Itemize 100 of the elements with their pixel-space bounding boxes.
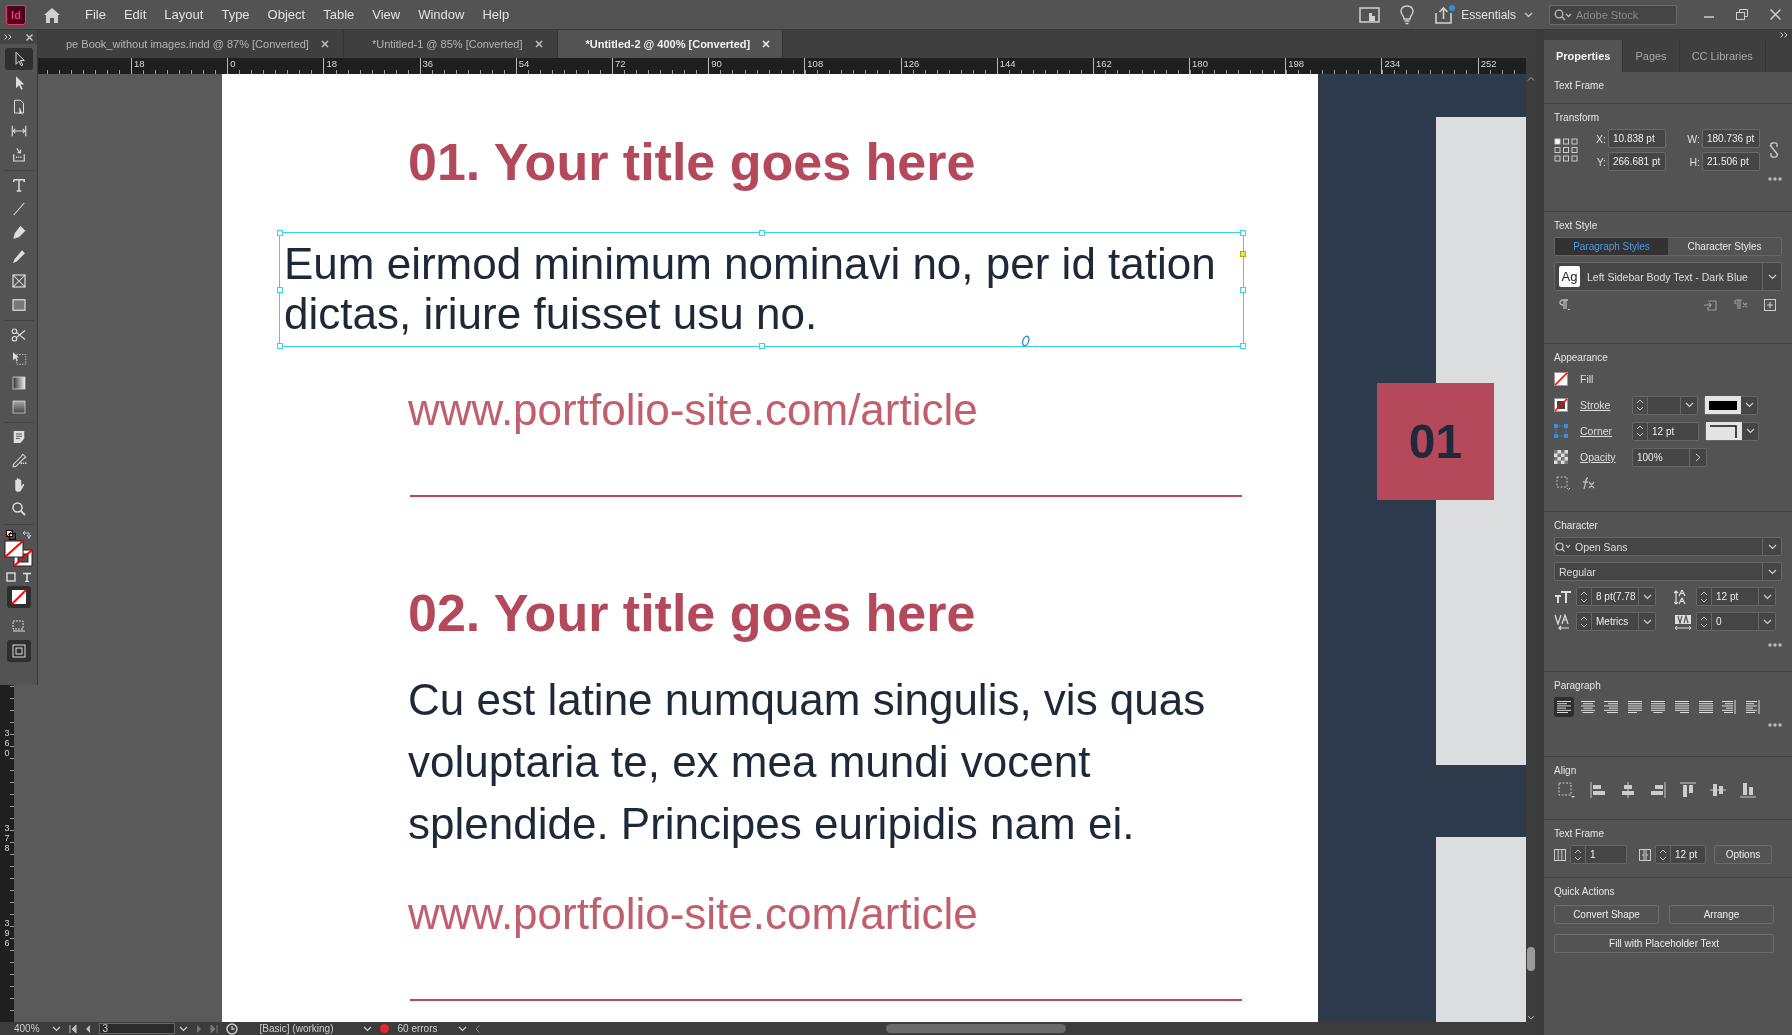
frame-handle[interactable] xyxy=(758,343,765,349)
scroll-left-icon[interactable] xyxy=(474,1024,480,1033)
stroke-label[interactable]: Stroke xyxy=(1580,399,1626,411)
align-right-edges-icon[interactable] xyxy=(1650,782,1666,798)
zoom-tool-icon[interactable] xyxy=(9,500,28,518)
tracking-field[interactable]: 0 xyxy=(1696,612,1776,631)
stepper-icon[interactable] xyxy=(1636,398,1644,412)
document-tab[interactable]: *Untitled-2 @ 400% [Converted] xyxy=(557,30,784,58)
caret-icon[interactable] xyxy=(51,1025,61,1032)
opacity-field[interactable]: 100% xyxy=(1632,447,1707,467)
align-top-edges-icon[interactable] xyxy=(1680,782,1696,798)
article-link[interactable]: www.portfolio-site.com/article xyxy=(408,884,1318,944)
quick-action-button[interactable]: Fill with Placeholder Text xyxy=(1554,934,1774,953)
menu-item[interactable]: Edit xyxy=(114,7,156,22)
align-bottom-edges-icon[interactable] xyxy=(1740,782,1756,798)
menu-item[interactable]: File xyxy=(76,7,115,22)
justify-center-icon[interactable] xyxy=(1651,700,1666,714)
caret-icon[interactable] xyxy=(1744,402,1754,408)
font-family-dropdown[interactable]: Open Sans xyxy=(1554,537,1782,556)
caret-icon[interactable] xyxy=(1745,428,1755,434)
stepper-icon[interactable] xyxy=(1580,614,1588,629)
style-tab[interactable]: Character Styles xyxy=(1668,238,1781,255)
chevron-icon[interactable] xyxy=(1695,452,1701,462)
formatting-text-icon[interactable] xyxy=(21,572,32,582)
frame-handle[interactable] xyxy=(277,343,283,349)
caret-icon[interactable] xyxy=(178,1025,188,1032)
justify-left-icon[interactable] xyxy=(1627,700,1642,714)
lightbulb-icon[interactable] xyxy=(1399,4,1416,25)
kerning-icon[interactable] xyxy=(1554,613,1572,630)
rectangle-frame-tool-icon[interactable] xyxy=(9,272,28,290)
align-center-icon[interactable] xyxy=(1580,700,1595,714)
horizontal-scrollbar[interactable] xyxy=(886,1024,1066,1033)
preflight-icon[interactable] xyxy=(225,1022,238,1035)
frame-marker-icon[interactable] xyxy=(1021,335,1030,347)
more-options-icon[interactable] xyxy=(1768,643,1782,647)
opacity-icon[interactable] xyxy=(1554,450,1568,464)
caret-icon[interactable] xyxy=(1762,618,1772,625)
caret-icon[interactable] xyxy=(1684,402,1694,408)
first-page-icon[interactable] xyxy=(68,1024,77,1033)
stepper-icon[interactable] xyxy=(1659,847,1667,862)
caret-icon[interactable] xyxy=(363,1025,373,1032)
stepper-icon[interactable] xyxy=(1636,424,1644,438)
text-frame[interactable]: Eum eirmod minimum nominavi no, per id tation dictas, iriure fuisset usu no. xyxy=(279,232,1244,347)
align-left-edges-icon[interactable] xyxy=(1590,782,1606,798)
gradient-feather-tool-icon[interactable] xyxy=(9,398,28,416)
scissors-tool-icon[interactable] xyxy=(9,326,28,344)
search-input[interactable]: Adobe Stock xyxy=(1576,8,1666,21)
home-icon[interactable] xyxy=(42,5,62,24)
number-field[interactable]: 180.736 pt xyxy=(1702,129,1760,148)
close-icon[interactable] xyxy=(26,33,33,41)
frame-handle[interactable] xyxy=(1240,286,1246,293)
stepper-icon[interactable] xyxy=(1700,614,1708,629)
kerning-field[interactable]: Metrics xyxy=(1576,612,1656,631)
next-page-icon[interactable] xyxy=(195,1024,202,1033)
menu-item[interactable]: Table xyxy=(314,7,364,22)
number-field[interactable]: 266.681 pt xyxy=(1608,152,1666,171)
menu-item[interactable]: Layout xyxy=(155,7,213,22)
gradient-swatch-tool-icon[interactable] xyxy=(9,374,28,392)
paragraph-style-dropdown[interactable]: Ag Left Sidebar Body Text - Dark Blue xyxy=(1554,262,1782,291)
fill-swatch-icon[interactable] xyxy=(1554,372,1568,386)
formatting-container-icon[interactable] xyxy=(5,572,16,582)
frame-handle[interactable] xyxy=(1240,343,1246,349)
screen-mode-icon[interactable] xyxy=(10,618,27,632)
menu-item[interactable]: View xyxy=(363,7,410,22)
corner-size-field[interactable]: 12 pt xyxy=(1632,421,1699,441)
align-away-from-spine-icon[interactable] xyxy=(1745,700,1760,714)
caret-icon[interactable] xyxy=(1767,273,1777,280)
tracking-icon[interactable] xyxy=(1674,613,1692,630)
panel-tab[interactable]: Properties xyxy=(1544,40,1624,72)
menu-item[interactable]: Type xyxy=(212,7,259,22)
workspace-dropdown[interactable]: Essentials xyxy=(1461,7,1533,22)
caret-icon[interactable] xyxy=(457,1025,467,1032)
caret-icon[interactable] xyxy=(1767,568,1777,575)
reference-point-icon[interactable] xyxy=(1554,138,1578,162)
align-horizontal-centers-icon[interactable] xyxy=(1620,782,1636,798)
scrollbar-thumb[interactable] xyxy=(1527,947,1535,971)
collapse-icon[interactable] xyxy=(1780,32,1788,38)
preflight-profile-dropdown[interactable]: [Basic] (working) xyxy=(259,1023,373,1034)
load-styles-icon[interactable] xyxy=(1704,299,1718,311)
close-icon[interactable] xyxy=(534,40,543,48)
justify-right-icon[interactable] xyxy=(1674,700,1689,714)
align-towards-spine-icon[interactable] xyxy=(1722,700,1737,714)
menu-item[interactable]: Object xyxy=(258,7,315,22)
justify-all-icon[interactable] xyxy=(1698,700,1713,714)
leading-field[interactable]: 12 pt xyxy=(1696,587,1776,606)
menu-item[interactable]: Window xyxy=(409,7,474,22)
frame-handle[interactable] xyxy=(277,230,283,236)
article-link[interactable]: www.portfolio-site.com/article xyxy=(408,380,1318,440)
frame-handle[interactable] xyxy=(1240,251,1246,257)
frame-handle[interactable] xyxy=(1240,230,1246,236)
stroke-color-dropdown[interactable] xyxy=(1704,395,1758,415)
gutter-field[interactable]: 12 pt xyxy=(1655,845,1706,864)
stroke-swatch-icon[interactable] xyxy=(1554,398,1568,412)
caret-icon[interactable] xyxy=(1767,543,1777,550)
font-style-dropdown[interactable]: Regular xyxy=(1554,562,1782,581)
align-left-icon[interactable] xyxy=(1557,700,1571,714)
corner-shape-dropdown[interactable] xyxy=(1705,421,1759,441)
more-options-icon[interactable] xyxy=(1768,177,1782,181)
font-size-icon[interactable] xyxy=(1554,589,1572,604)
panel-tab[interactable]: CC Libraries xyxy=(1679,40,1766,72)
